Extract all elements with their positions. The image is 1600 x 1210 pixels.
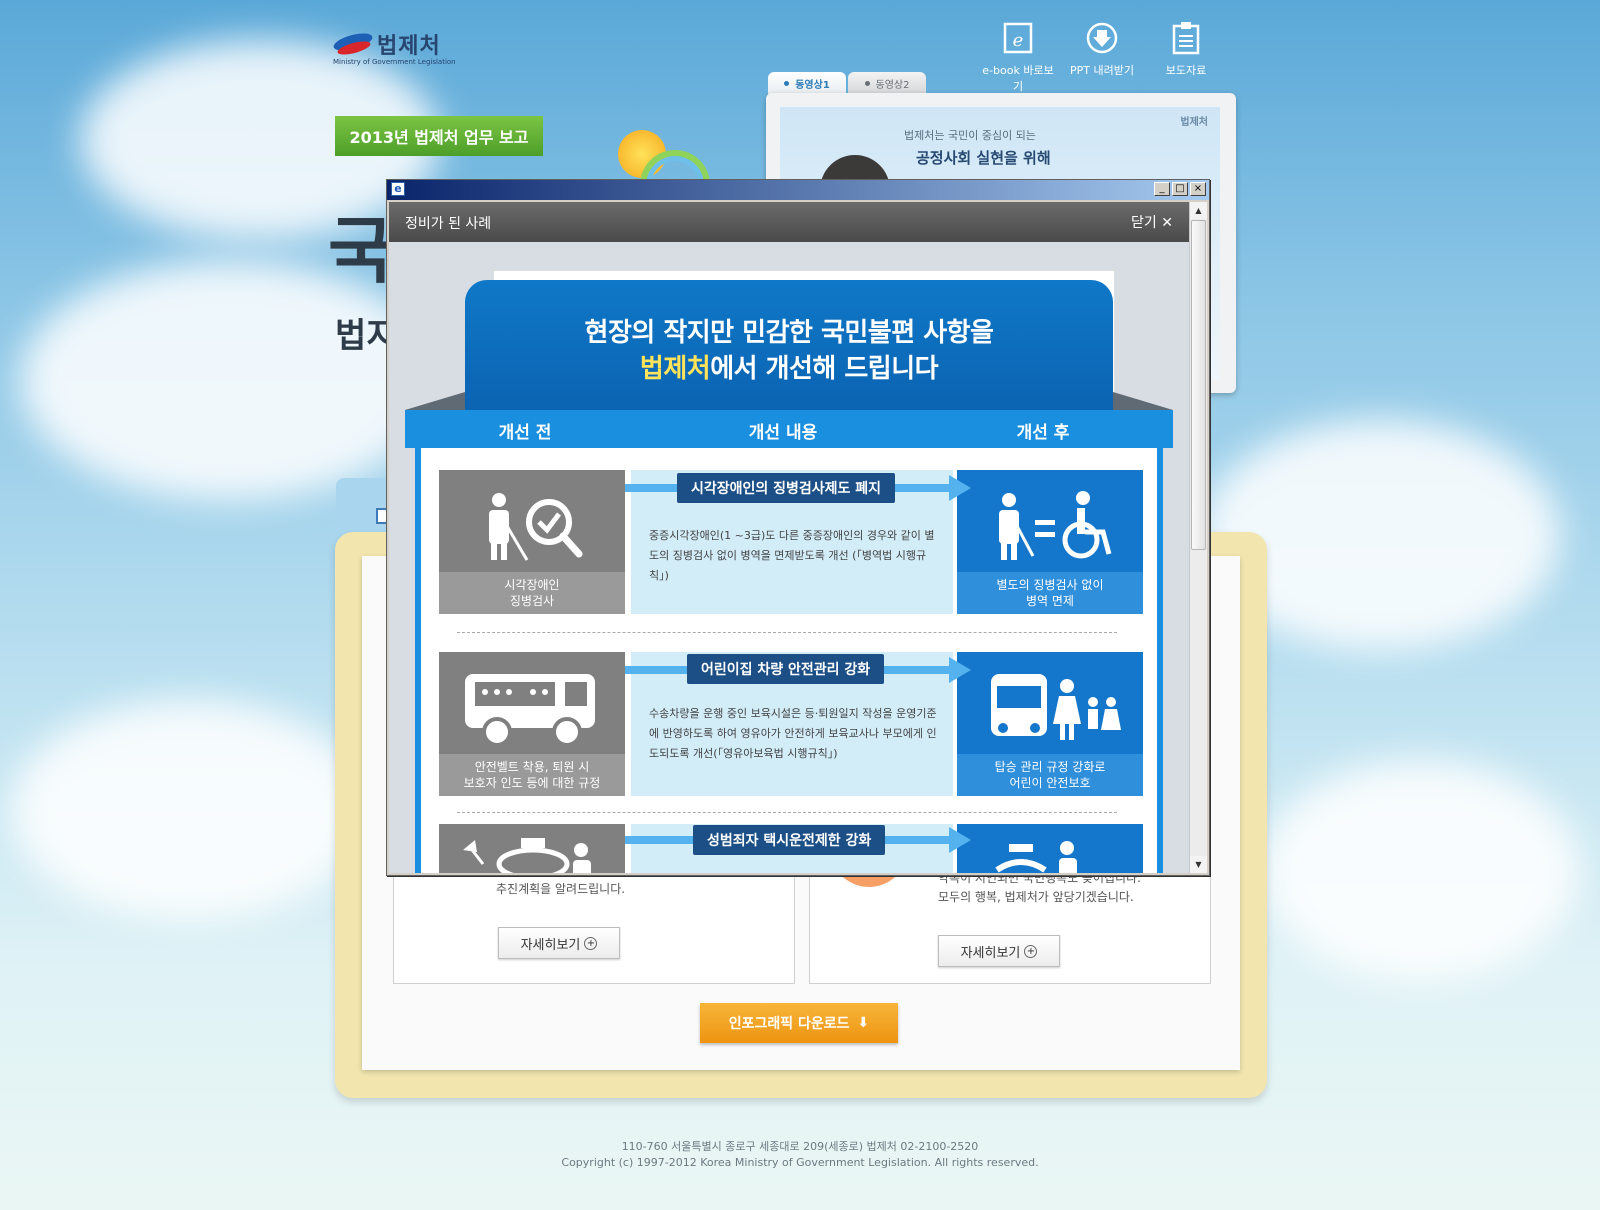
column-before: 개선 전 (498, 423, 552, 443)
row-separator (457, 812, 1117, 813)
ppt-download-link[interactable]: PPT 내려받기 (1066, 20, 1138, 94)
scroll-up-arrow-icon[interactable]: ▲ (1190, 202, 1207, 219)
arrow-right-icon (949, 657, 971, 683)
minimize-button[interactable]: _ (1154, 182, 1170, 196)
ebook-label: e-book 바로보기 (982, 64, 1054, 93)
window-titlebar[interactable]: e _ □ × (387, 180, 1209, 200)
press-release-label: 보도자료 (1165, 64, 1207, 77)
headline-line-2: 법제처에서 개선해 드립니다 (465, 348, 1113, 385)
popup-title: 정비가 된 사례 (405, 216, 492, 232)
popup-scrollbar[interactable]: ▲ ▼ (1189, 202, 1207, 873)
taxi-icon (995, 841, 1077, 873)
window-close-button[interactable]: × (1190, 182, 1206, 196)
page-hero-title: 국 (328, 208, 395, 293)
maximize-button[interactable]: □ (1172, 182, 1188, 196)
download-arrow-icon: ⬇ (857, 1015, 870, 1031)
row-title: 성범죄자 택시운전제한 강화 (693, 825, 886, 855)
ppt-download-label: PPT 내려받기 (1070, 64, 1134, 77)
tab-video-1[interactable]: 동영상1 (768, 72, 846, 94)
press-release-link[interactable]: 보도자료 (1150, 20, 1222, 94)
logo-english: Ministry of Government Legislation (333, 58, 456, 66)
browser-icon: e (391, 182, 405, 196)
arrow-right-icon (949, 827, 971, 853)
plus-icon: + (584, 936, 598, 950)
tab-video-2[interactable]: 동영상2 (848, 72, 926, 94)
card-text-2: 모두의 행복, 법제처가 앞당기겠습니다. (938, 890, 1134, 904)
taxi-person-icon (463, 838, 591, 873)
after-panel: 별도의 징병검사 없이 병역 면제 (957, 470, 1143, 614)
video-caption-1: 법제처는 국민이 중심이 되는 (904, 129, 1036, 142)
paper-fold-left (405, 392, 465, 410)
headline-rest: 에서 개선해 드립니다 (710, 354, 939, 384)
arrow-right-icon (949, 475, 971, 501)
footer-copyright: Copyright (c) 1997-2012 Korea Ministry o… (561, 1156, 1039, 1169)
footer-address: 110-760 서울특별시 종로구 세종대로 209(세종로) 법제처 02-2… (621, 1140, 979, 1153)
bus-icon (465, 674, 595, 747)
ebook-link[interactable]: e e-book 바로보기 (982, 20, 1054, 94)
more-button[interactable]: 자세히보기 + (938, 935, 1060, 967)
row-title: 시각장애인의 징병검사제도 폐지 (677, 473, 896, 503)
popup-window: e _ □ × 정비가 된 사례 닫기 ✕ 현장의 작지만 민감한 국민불편 사… (386, 179, 1210, 876)
video-caption-2: 공정사회 실현을 위해 (916, 149, 1051, 167)
cloud (10, 700, 370, 920)
logo-text: 법제처 (377, 34, 441, 59)
headline-line-1: 현장의 작지만 민감한 국민불편 사항을 (584, 318, 994, 348)
logo-mark-icon (331, 29, 375, 59)
logo[interactable]: 법제처 Ministry of Government Legislation (331, 28, 456, 66)
card-text-2: 추진계획을 알려드립니다. (496, 882, 626, 896)
column-after: 개선 후 (1016, 423, 1070, 443)
row-separator (457, 632, 1117, 633)
paper-fold-right (1113, 392, 1173, 410)
after-panel: 탑승 관리 규정 강화로 어린이 안전보호 (957, 652, 1143, 796)
improvement-description: 수송차량을 운행 중인 보육시설은 등·퇴원일지 작성을 운영기준에 반영하도록… (649, 707, 937, 760)
popup-content: 정비가 된 사례 닫기 ✕ 현장의 작지만 민감한 국민불편 사항을 법제처에서… (389, 202, 1189, 873)
row-title: 어린이집 차량 안전관리 강화 (687, 654, 885, 684)
popup-close-button[interactable]: 닫기 ✕ (1131, 212, 1173, 232)
before-caption: 안전벨트 착용, 퇴원 시 보호자 인도 등에 대한 규정 (439, 754, 625, 796)
video-tabs: 동영상1 동영상2 (768, 72, 926, 94)
column-header-bar: 개선 전 개선 내용 개선 후 (405, 410, 1173, 448)
improvement-description: 중증시각장애인(1 ~3급)도 다른 중증장애인의 경우와 같이 별도의 징병검… (649, 529, 935, 582)
before-panel (439, 824, 625, 873)
more-button[interactable]: 자세히보기 + (498, 927, 620, 959)
blind-person-magnifier-icon (489, 493, 583, 561)
svg-text:e: e (1013, 30, 1024, 51)
after-panel (957, 824, 1143, 873)
headline-highlight: 법제처 (639, 354, 711, 384)
after-caption: 탑승 관리 규정 강화로 어린이 안전보호 (957, 754, 1143, 796)
download-icon (1085, 20, 1119, 56)
ebook-icon: e (1001, 20, 1035, 56)
popup-header: 정비가 된 사례 닫기 ✕ (389, 202, 1189, 242)
cloud (1260, 760, 1580, 980)
video-logo: 법제처 (1180, 117, 1208, 128)
after-caption: 별도의 징병검사 없이 병역 면제 (957, 572, 1143, 614)
infographic-download-button[interactable]: 인포그래픽 다운로드 ⬇ (700, 1003, 898, 1043)
report-badge: 2013년 법제처 업무 보고 (335, 116, 543, 156)
improvement-table: 시각장애인 징병검사 중증시각장애인(1 ~3급)도 다른 중증장애인의 경우와 … (415, 448, 1163, 873)
before-panel: 안전벨트 착용, 퇴원 시 보호자 인도 등에 대한 규정 (439, 652, 625, 796)
top-links: e e-book 바로보기 PPT 내려받기 보도자료 (982, 20, 1222, 94)
accessibility-equals-icon (999, 491, 1112, 560)
bus-family-icon (991, 674, 1121, 740)
headline-banner: 현장의 작지만 민감한 국민불편 사항을 법제처에서 개선해 드립니다 (465, 280, 1113, 420)
column-content: 개선 내용 (748, 423, 818, 443)
before-panel: 시각장애인 징병검사 (439, 470, 625, 614)
scroll-thumb[interactable] (1191, 220, 1206, 550)
plus-icon: + (1024, 944, 1038, 958)
scroll-down-arrow-icon[interactable]: ▼ (1190, 856, 1207, 873)
clipboard-icon (1169, 20, 1203, 56)
before-caption: 시각장애인 징병검사 (439, 572, 625, 614)
